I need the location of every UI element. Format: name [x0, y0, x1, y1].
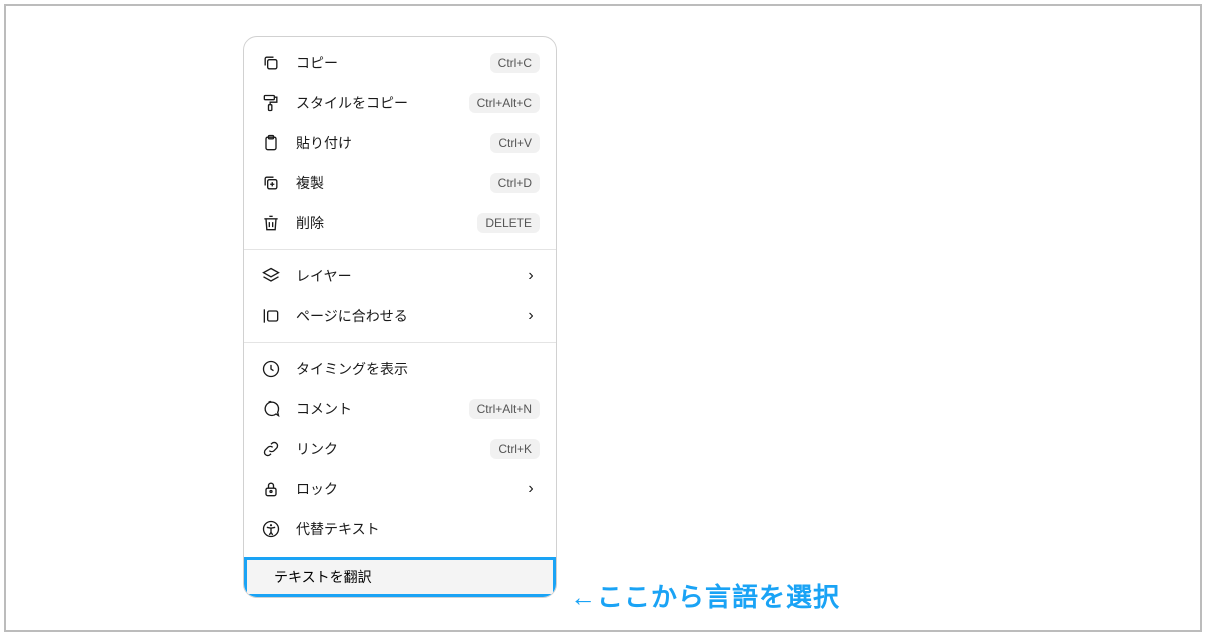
menu-item-copy[interactable]: コピー Ctrl+C	[244, 43, 556, 83]
copy-icon	[260, 52, 282, 74]
context-menu: コピー Ctrl+C スタイルをコピー Ctrl+Alt+C 貼り付け Ctrl…	[243, 36, 557, 598]
menu-item-label: スタイルをコピー	[296, 93, 469, 113]
menu-item-label: レイヤー	[296, 266, 522, 286]
shortcut-badge: Ctrl+C	[490, 53, 540, 73]
menu-item-label: コメント	[296, 399, 469, 419]
shortcut-badge: Ctrl+Alt+C	[469, 93, 540, 113]
menu-section-arrange: レイヤー › ページに合わせる ›	[244, 249, 556, 342]
menu-item-link[interactable]: リンク Ctrl+K	[244, 429, 556, 469]
menu-item-lock[interactable]: ロック ›	[244, 469, 556, 509]
shortcut-badge: Ctrl+D	[490, 173, 540, 193]
clipboard-icon	[260, 132, 282, 154]
duplicate-icon	[260, 172, 282, 194]
menu-item-comment[interactable]: コメント Ctrl+Alt+N	[244, 389, 556, 429]
menu-item-label: コピー	[296, 53, 490, 73]
menu-item-duplicate[interactable]: 複製 Ctrl+D	[244, 163, 556, 203]
menu-section-edit: コピー Ctrl+C スタイルをコピー Ctrl+Alt+C 貼り付け Ctrl…	[244, 37, 556, 249]
callout-annotation: ←ここから言語を選択	[570, 577, 840, 614]
menu-item-delete[interactable]: 削除 DELETE	[244, 203, 556, 243]
menu-item-paste[interactable]: 貼り付け Ctrl+V	[244, 123, 556, 163]
menu-item-layer[interactable]: レイヤー ›	[244, 256, 556, 296]
menu-item-label: 貼り付け	[296, 133, 490, 153]
document-frame: コピー Ctrl+C スタイルをコピー Ctrl+Alt+C 貼り付け Ctrl…	[4, 4, 1202, 632]
menu-item-label: リンク	[296, 439, 490, 459]
menu-item-label: 複製	[296, 173, 490, 193]
chevron-right-icon: ›	[522, 267, 540, 285]
menu-item-translate-text[interactable]: テキストを翻訳	[244, 557, 556, 597]
menu-item-label: タイミングを表示	[296, 359, 540, 379]
menu-item-fit-page[interactable]: ページに合わせる ›	[244, 296, 556, 336]
clock-icon	[260, 358, 282, 380]
fit-page-icon	[260, 305, 282, 327]
menu-item-label: ページに合わせる	[296, 306, 522, 326]
menu-item-show-timing[interactable]: タイミングを表示	[244, 349, 556, 389]
menu-item-label: ロック	[296, 479, 522, 499]
shortcut-badge: Ctrl+V	[490, 133, 540, 153]
paint-roller-icon	[260, 92, 282, 114]
menu-item-label: 代替テキスト	[296, 519, 540, 539]
shortcut-badge: Ctrl+K	[490, 439, 540, 459]
accessibility-icon	[260, 518, 282, 540]
chevron-right-icon: ›	[522, 307, 540, 325]
lock-icon	[260, 478, 282, 500]
menu-section-more: タイミングを表示 コメント Ctrl+Alt+N リンク Ctrl+K	[244, 342, 556, 555]
menu-item-label: 削除	[296, 213, 477, 233]
shortcut-badge: DELETE	[477, 213, 540, 233]
menu-item-alt-text[interactable]: 代替テキスト	[244, 509, 556, 549]
trash-icon	[260, 212, 282, 234]
menu-item-copy-style[interactable]: スタイルをコピー Ctrl+Alt+C	[244, 83, 556, 123]
link-icon	[260, 438, 282, 460]
shortcut-badge: Ctrl+Alt+N	[469, 399, 540, 419]
chevron-right-icon: ›	[522, 480, 540, 498]
comment-icon	[260, 398, 282, 420]
layers-icon	[260, 265, 282, 287]
menu-item-label: テキストを翻訳	[274, 567, 372, 587]
